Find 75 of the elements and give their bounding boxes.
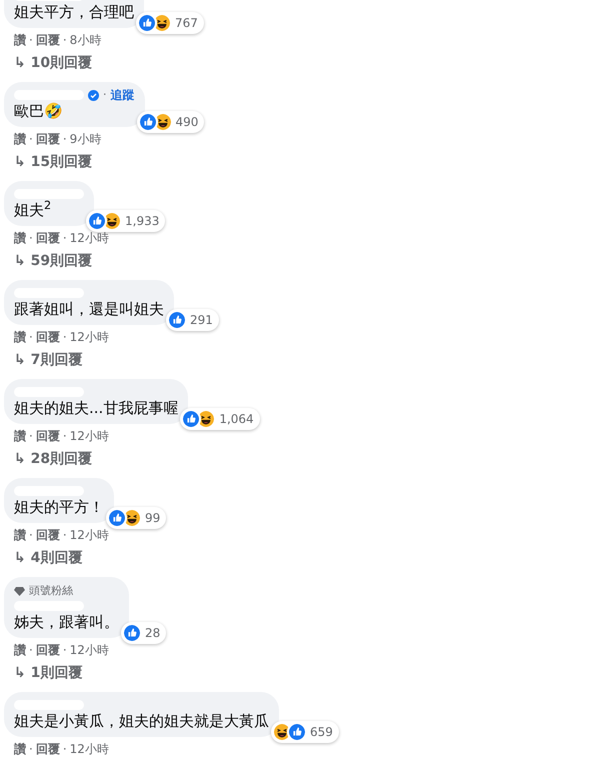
reaction-summary[interactable]: 291: [166, 309, 219, 331]
timestamp: 12小時: [70, 428, 109, 444]
separator-dot: ·: [29, 428, 33, 444]
reaction-summary[interactable]: 1,933: [86, 210, 166, 232]
comment-text: 姊夫，跟著叫。: [14, 613, 119, 632]
view-replies-link[interactable]: ↳ 4則回覆: [4, 549, 82, 567]
reply-link[interactable]: 回覆: [36, 642, 60, 658]
like-link[interactable]: 讚: [14, 428, 26, 444]
comment-text: 姐夫的平方！: [14, 498, 104, 517]
separator-dot: ·: [29, 329, 33, 345]
reaction-count: 1,064: [219, 411, 254, 427]
separator-dot: ·: [29, 741, 33, 757]
reply-link[interactable]: 回覆: [36, 230, 60, 246]
reaction-summary[interactable]: 99: [106, 507, 166, 529]
diamond-icon: [14, 586, 25, 596]
reaction-summary[interactable]: 1,064: [180, 408, 260, 430]
reaction-count: 99: [145, 510, 160, 526]
badge-label: 頭號粉絲: [29, 584, 73, 598]
timestamp: 12小時: [70, 741, 109, 757]
separator-dot: ·: [103, 88, 106, 102]
view-replies-link[interactable]: ↳ 10則回覆: [4, 54, 92, 72]
timestamp: 12小時: [70, 642, 109, 658]
reaction-summary[interactable]: 28: [121, 622, 166, 644]
separator-dot: ·: [29, 642, 33, 658]
like-link[interactable]: 讚: [14, 329, 26, 345]
like-link[interactable]: 讚: [14, 32, 26, 48]
view-replies-link[interactable]: ↳ 7則回覆: [4, 351, 82, 369]
timestamp: 9小時: [70, 131, 102, 147]
separator-dot: ·: [62, 32, 67, 48]
reaction-summary[interactable]: 767: [136, 12, 204, 34]
separator-dot: ·: [29, 131, 33, 147]
reaction-count: 291: [190, 312, 213, 328]
comment-text: 姐夫平方，合理吧: [14, 3, 134, 22]
like-link[interactable]: 讚: [14, 131, 26, 147]
separator-dot: ·: [62, 642, 67, 658]
comment-text: 歐巴🤣: [14, 102, 64, 121]
separator-dot: ·: [29, 32, 33, 48]
reaction-summary[interactable]: 659: [271, 721, 339, 743]
separator-dot: ·: [29, 527, 33, 543]
separator-dot: ·: [62, 527, 67, 543]
separator-dot: ·: [62, 230, 67, 246]
reply-link[interactable]: 回覆: [36, 131, 60, 147]
view-replies-link[interactable]: ↳ 1則回覆: [4, 664, 82, 682]
reaction-summary[interactable]: 490: [136, 111, 204, 133]
separator-dot: ·: [62, 741, 67, 757]
separator-dot: ·: [62, 329, 67, 345]
like-link[interactable]: 讚: [14, 741, 26, 757]
separator-dot: ·: [29, 230, 33, 246]
reaction-count: 1,933: [125, 213, 160, 229]
separator-dot: ·: [62, 131, 67, 147]
follow-link[interactable]: 追蹤: [110, 88, 134, 102]
timestamp: 12小時: [70, 527, 109, 543]
reply-link[interactable]: 回覆: [36, 428, 60, 444]
reaction-count: 28: [145, 625, 160, 641]
comment-text: 姐夫$^{2}$: [14, 201, 52, 220]
timestamp: 12小時: [70, 329, 109, 345]
reaction-count: 490: [176, 114, 198, 130]
reply-link[interactable]: 回覆: [36, 329, 60, 345]
comment-text: 姐夫的姐夫...甘我屁事喔: [14, 399, 178, 418]
separator-dot: ·: [62, 428, 67, 444]
like-link[interactable]: 讚: [14, 642, 26, 658]
view-replies-link[interactable]: ↳ 59則回覆: [4, 252, 92, 270]
view-replies-link[interactable]: ↳ 28則回覆: [4, 450, 92, 468]
reaction-count: 767: [175, 15, 198, 31]
reaction-count: 659: [310, 724, 333, 740]
comment-text: 跟著姐叫，還是叫姐夫: [14, 300, 164, 319]
like-link[interactable]: 讚: [14, 527, 26, 543]
like-link[interactable]: 讚: [14, 230, 26, 246]
reply-link[interactable]: 回覆: [36, 527, 60, 543]
reply-link[interactable]: 回覆: [36, 741, 60, 757]
comment-text: 姐夫是小黃瓜，姐夫的姐夫就是大黃瓜: [14, 712, 269, 731]
reply-link[interactable]: 回覆: [36, 32, 60, 48]
timestamp: 12小時: [70, 230, 109, 246]
view-replies-link[interactable]: ↳ 15則回覆: [4, 153, 92, 171]
timestamp: 8小時: [70, 32, 102, 48]
